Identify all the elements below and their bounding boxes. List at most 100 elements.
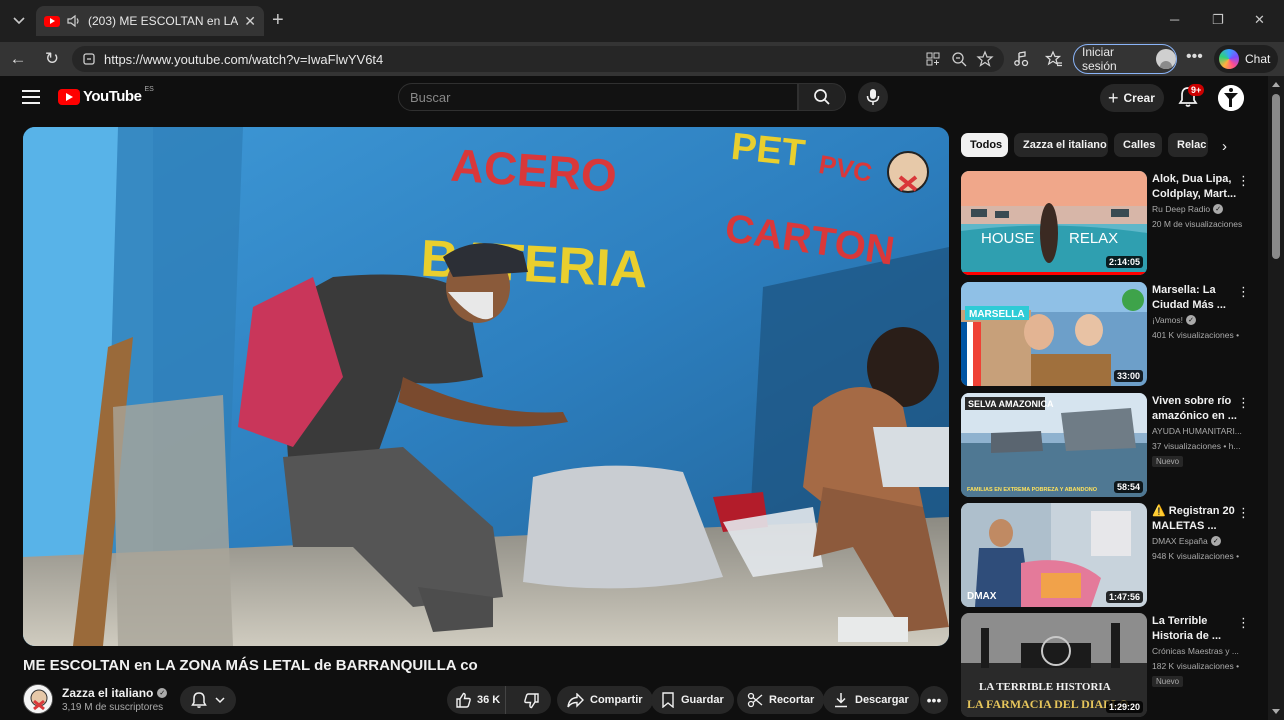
search-placeholder: Buscar — [410, 89, 451, 105]
verified-check-icon: ✓ — [157, 688, 168, 698]
recommendation-views: 20 M de visualizaciones — [1152, 219, 1243, 229]
thumb-text: LA TERRIBLE HISTORIA — [979, 681, 1111, 693]
like-button[interactable]: 36 K — [447, 686, 506, 714]
youtube-play-icon — [58, 88, 80, 105]
verified-check-icon: ✓ — [1186, 315, 1197, 325]
recommendation-title[interactable]: Alok, Dua Lipa, Coldplay, Mart... — [1152, 172, 1244, 201]
bookmark-icon — [662, 692, 674, 708]
new-tab-icon[interactable]: + — [272, 10, 284, 30]
verified-check-icon: ✓ — [1210, 536, 1221, 546]
video-title: ME ESCOLTAN en LA ZONA MÁS LETAL de BARR… — [23, 657, 478, 674]
like-count: 36 K — [477, 694, 501, 706]
kebab-menu-icon[interactable]: ⋮ — [1237, 173, 1250, 189]
chip-zazza[interactable]: Zazza el italiano — [1014, 133, 1108, 157]
thumb-text: FAMILIAS EN EXTREMA POBREZA Y ABANDONO — [967, 487, 1098, 493]
notification-count-badge: 9+ — [1188, 84, 1205, 96]
create-button[interactable]: + Crear — [1100, 84, 1164, 112]
video-thumbnail[interactable]: SELVA AMAZONICA FAMILIAS EN EXTREMA POBR… — [961, 393, 1147, 497]
clip-button[interactable]: Recortar — [737, 686, 825, 714]
download-button[interactable]: Descargar — [823, 686, 919, 714]
download-label: Descargar — [855, 694, 909, 706]
video-thumbnail[interactable]: HOUSE RELAX 2:14:05 — [961, 171, 1147, 275]
scroll-up-icon[interactable] — [1272, 82, 1280, 87]
recommendation-card[interactable]: MARSELLA 33:00 Marsella: La Ciudad Más .… — [961, 282, 1261, 386]
recommendation-title[interactable]: Marsella: La Ciudad Más ... — [1152, 283, 1244, 312]
scrollbar-thumb[interactable] — [1272, 94, 1280, 259]
restore-icon[interactable]: ❐ — [1212, 12, 1224, 28]
tab-list-chevron-icon[interactable] — [8, 10, 30, 32]
page-scrollbar[interactable] — [1268, 76, 1284, 720]
scroll-down-icon[interactable] — [1272, 709, 1280, 714]
kebab-menu-icon[interactable]: ⋮ — [1237, 615, 1250, 631]
account-avatar[interactable] — [1218, 85, 1244, 111]
recommendation-channel[interactable]: DMAX España ✓ — [1152, 536, 1248, 546]
active-browser-tab[interactable]: (203) ME ESCOLTAN en LA ZO ✕ — [36, 6, 264, 36]
address-bar[interactable]: https://www.youtube.com/watch?v=IwaFlwYV… — [72, 46, 1004, 72]
kebab-menu-icon[interactable]: ⋮ — [1237, 284, 1250, 300]
site-info-icon[interactable] — [80, 50, 98, 68]
channel-text: Crónicas Maestras y ... — [1152, 646, 1239, 656]
video-duration: 2:14:05 — [1105, 256, 1143, 268]
channel-text: ¡Vamos! — [1152, 315, 1184, 325]
share-arrow-icon — [567, 692, 584, 708]
share-button[interactable]: Compartir — [557, 686, 653, 714]
back-arrow-icon[interactable]: ← — [8, 49, 28, 69]
recommendation-card[interactable]: HOUSE RELAX 2:14:05 Alok, Dua Lipa, Cold… — [961, 171, 1261, 275]
video-duration: 33:00 — [1113, 370, 1143, 382]
browser-menu-icon[interactable]: ••• — [1186, 48, 1203, 66]
voice-search-button[interactable] — [858, 82, 888, 112]
more-actions-icon[interactable]: ••• — [920, 686, 948, 714]
reload-icon[interactable]: ↻ — [42, 49, 62, 69]
close-tab-icon[interactable]: ✕ — [244, 13, 256, 30]
recommendation-card[interactable]: SELVA AMAZONICA FAMILIAS EN EXTREMA POBR… — [961, 393, 1261, 497]
channel-avatar[interactable] — [23, 684, 53, 714]
thumb-text: RELAX — [1069, 230, 1118, 247]
video-player[interactable]: ACERO PET PVC BATERIA CARTON — [23, 127, 949, 646]
recommendation-channel[interactable]: Ru Deep Radio ✓ — [1152, 204, 1248, 214]
thumb-text: HOUSE — [981, 230, 1034, 247]
save-button[interactable]: Guardar — [651, 686, 734, 714]
media-control-icon[interactable] — [1012, 50, 1030, 68]
favorites-icon[interactable] — [1044, 50, 1063, 68]
signin-button[interactable]: Iniciar sesión — [1073, 44, 1177, 74]
url-text: https://www.youtube.com/watch?v=IwaFlwYV… — [104, 51, 384, 67]
channel-name[interactable]: Zazza el italiano ✓ — [62, 686, 168, 700]
chip-calles[interactable]: Calles — [1114, 133, 1162, 157]
recommendation-title[interactable]: La Terrible Historia de ... — [1152, 614, 1244, 643]
chevron-right-icon[interactable]: › — [1222, 138, 1227, 155]
subscribe-bell-button[interactable] — [180, 686, 236, 714]
close-window-icon[interactable]: ✕ — [1254, 12, 1265, 28]
search-input[interactable]: Buscar — [398, 83, 798, 111]
zoom-icon[interactable] — [950, 50, 968, 68]
new-badge: Nuevo — [1152, 456, 1184, 467]
video-thumbnail[interactable]: MARSELLA 33:00 — [961, 282, 1147, 386]
video-thumbnail[interactable]: DMAX 1:47:56 — [961, 503, 1147, 607]
recommendation-title[interactable]: ⚠️ Registran 20 MALETAS ... — [1152, 504, 1244, 533]
recommendation-channel[interactable]: Crónicas Maestras y ... — [1152, 646, 1248, 656]
minimize-icon[interactable]: ─ — [1170, 12, 1179, 27]
app-available-icon[interactable] — [924, 50, 942, 68]
hamburger-menu-icon[interactable] — [22, 90, 40, 104]
search-button[interactable] — [798, 83, 846, 111]
speaker-icon[interactable] — [66, 13, 82, 29]
kebab-menu-icon[interactable]: ⋮ — [1237, 505, 1250, 521]
thumb-text: SELVA AMAZONICA — [968, 399, 1054, 409]
chip-relacionados[interactable]: Relac — [1168, 133, 1208, 157]
recommendation-channel[interactable]: ¡Vamos! ✓ — [1152, 315, 1248, 325]
dislike-button[interactable] — [512, 686, 551, 714]
recommendation-card[interactable]: DMAX 1:47:56 ⚠️ Registran 20 MALETAS ...… — [961, 503, 1261, 607]
recommendation-card[interactable]: LA TERRIBLE HISTORIA LA FARMACIA DEL DIA… — [961, 613, 1261, 717]
kebab-menu-icon[interactable]: ⋮ — [1237, 395, 1250, 411]
video-thumbnail[interactable]: LA TERRIBLE HISTORIA LA FARMACIA DEL DIA… — [961, 613, 1147, 717]
chip-todos[interactable]: Todos — [961, 133, 1008, 157]
channel-name-text: Zazza el italiano — [62, 686, 154, 700]
youtube-masthead: YouTube ES Buscar + Crear 9+ — [0, 76, 1268, 120]
favorite-star-icon[interactable] — [976, 50, 994, 68]
youtube-logo[interactable]: YouTube ES — [58, 86, 154, 105]
bell-icon — [191, 692, 207, 708]
recommendation-title[interactable]: Viven sobre río amazónico en ... — [1152, 394, 1244, 423]
wall-text-pet: PET — [729, 127, 807, 175]
recommendation-channel[interactable]: AYUDA HUMANITARI... — [1152, 426, 1248, 436]
copilot-chat-button[interactable]: Chat — [1214, 45, 1278, 73]
youtube-favicon-icon — [44, 15, 60, 27]
